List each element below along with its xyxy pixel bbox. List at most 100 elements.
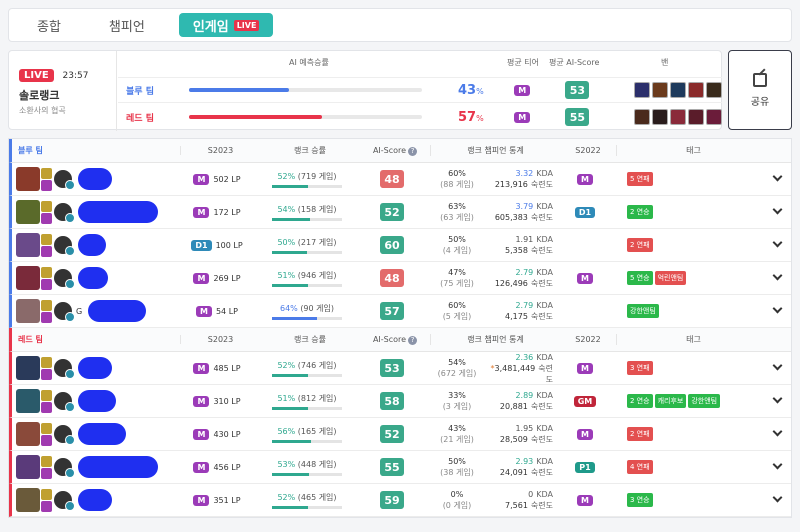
spell-icon: [41, 200, 52, 212]
player-identity[interactable]: G: [12, 299, 177, 323]
chevron-down-icon[interactable]: [772, 492, 783, 503]
player-identity[interactable]: [12, 356, 177, 380]
prev-season-tier: M: [577, 362, 593, 374]
ai-score-badge: 52: [380, 425, 404, 443]
spell-icon: [41, 422, 52, 434]
rank-winrate: 53% (448 게임): [257, 459, 357, 476]
rune-icon: [54, 269, 75, 289]
player-tags: 5 연패: [613, 172, 767, 186]
champion-stats: 60% (5 게임) 2.79 KDA 4,175 숙련도: [427, 300, 557, 322]
help-icon[interactable]: ?: [408, 335, 418, 345]
league-points: 430 LP: [213, 429, 241, 439]
tab-overview[interactable]: 종합: [23, 13, 75, 37]
spell-icon: [41, 311, 52, 323]
player-row[interactable]: M 172 LP 54% (158 게임) 52 63% (63 게임) 3.7…: [9, 196, 791, 229]
red-bans: [633, 109, 722, 125]
player-row[interactable]: M 456 LP 53% (448 게임) 55 50% (38 게임) 2.9…: [9, 451, 791, 484]
winrate-text: 56% (165 게임): [277, 426, 337, 436]
player-tag: 2 연패: [627, 427, 653, 441]
tier-badge: M: [193, 362, 210, 374]
tab-ingame-label: 인게임: [192, 19, 229, 35]
champion-stats: 0% (0 게임) 0 KDA 7,561 숙련도: [427, 489, 557, 511]
chevron-down-icon[interactable]: [772, 237, 783, 248]
champion-portrait-icon: [16, 167, 40, 191]
ai-score-header: AI-Score?: [360, 335, 430, 345]
spell-icon: [41, 233, 52, 245]
player-identity[interactable]: [12, 422, 177, 446]
chevron-down-icon[interactable]: [772, 303, 783, 314]
chevron-down-icon[interactable]: [772, 459, 783, 470]
redacted-player-name: [78, 423, 126, 445]
player-row[interactable]: M 502 LP 52% (719 게임) 48 60% (88 게임) 3.3…: [9, 163, 791, 196]
tier-badge: M: [193, 428, 210, 440]
tab-champion[interactable]: 챔피언: [95, 13, 159, 37]
share-button[interactable]: 공유: [728, 50, 792, 130]
ai-score-badge: 59: [380, 491, 404, 509]
prev-season-header: S2022: [575, 335, 601, 344]
tier-badge: M: [196, 305, 212, 317]
champion-portrait-icon: [16, 299, 40, 323]
spell-icon: [41, 278, 52, 290]
player-tags: 강한앤팀: [613, 304, 767, 318]
player-row[interactable]: G M 54 LP 64% (90 게임) 57 60% (5 게임) 2.79…: [9, 295, 791, 328]
winrate-header: 랭크 승률: [294, 146, 326, 155]
champion-winrate: 63% (63 게임): [440, 202, 474, 222]
current-season: D1 100 LP: [177, 239, 257, 251]
player-tags: 4 연패: [613, 460, 767, 474]
champion-portrait-icon: [16, 422, 40, 446]
chevron-down-icon[interactable]: [772, 204, 783, 215]
champion-kda-mastery: 1.95 KDA 28,509 숙련도: [499, 424, 553, 444]
player-identity[interactable]: [12, 455, 177, 479]
chevron-down-icon[interactable]: [772, 393, 783, 404]
player-tags: 2 연패: [613, 238, 767, 252]
player-identity[interactable]: [12, 233, 177, 257]
player-identity[interactable]: [12, 389, 177, 413]
ai-score: 48: [357, 170, 427, 188]
winrate-bar: [272, 217, 342, 221]
champion-winrate: 43% (21 게임): [440, 424, 474, 444]
chevron-down-icon[interactable]: [772, 426, 783, 437]
player-row[interactable]: M 351 LP 52% (465 게임) 59 0% (0 게임) 0 KDA …: [9, 484, 791, 517]
rank-winrate: 51% (812 게임): [257, 393, 357, 410]
blue-prediction-percent: 43%: [457, 82, 484, 98]
player-tags: 3 연패: [613, 361, 767, 375]
ban-champion-icon: [633, 109, 650, 125]
help-icon[interactable]: ?: [408, 146, 418, 156]
player-tag: 캐리후보: [654, 394, 687, 408]
champ-stats-header: 랭크 챔피언 통계: [430, 334, 560, 345]
player-row[interactable]: M 269 LP 51% (946 게임) 48 47% (75 게임) 2.7…: [9, 262, 791, 295]
tab-ingame[interactable]: 인게임 LIVE: [178, 13, 274, 37]
player-tag: 억린앤팀: [654, 271, 687, 285]
player-identity[interactable]: [12, 266, 177, 290]
player-row[interactable]: D1 100 LP 50% (217 게임) 60 50% (4 게임) 1.9…: [9, 229, 791, 262]
player-identity[interactable]: [12, 488, 177, 512]
player-identity[interactable]: [12, 167, 177, 191]
ai-score-badge: 57: [380, 302, 404, 320]
prev-season-tier: P1: [575, 461, 595, 473]
chevron-down-icon[interactable]: [772, 270, 783, 281]
winrate-bar: [272, 406, 342, 410]
ai-score-badge: 58: [380, 392, 404, 410]
redacted-player-name: [78, 201, 158, 223]
winrate-text: 51% (812 게임): [277, 393, 337, 403]
tier-badge: M: [193, 173, 210, 185]
champion-portrait-icon: [16, 389, 40, 413]
red-prediction-bar: [188, 115, 423, 119]
game-map: 소환사의 협곡: [19, 106, 66, 115]
champion-stats: 60% (88 게임) 3.32 KDA 213,916 숙련도: [427, 168, 557, 190]
player-row[interactable]: M 485 LP 52% (746 게임) 53 54% (672 게임) 2.…: [9, 352, 791, 385]
player-row[interactable]: M 430 LP 56% (165 게임) 52 43% (21 게임) 1.9…: [9, 418, 791, 451]
player-identity[interactable]: [12, 200, 177, 224]
match-summary: LIVE 23:57 솔로랭크 소환사의 협곡 AI 예측승률 평균 티어 평균…: [8, 50, 722, 131]
player-row[interactable]: M 310 LP 51% (812 게임) 58 33% (3 게임) 2.89…: [9, 385, 791, 418]
current-season: M 502 LP: [177, 173, 257, 185]
chevron-down-icon[interactable]: [772, 171, 783, 182]
current-season: M 172 LP: [177, 206, 257, 218]
ban-champion-icon: [687, 82, 704, 98]
chevron-down-icon[interactable]: [772, 360, 783, 371]
current-season: M 430 LP: [177, 428, 257, 440]
blue-bans: [633, 82, 722, 98]
player-table: 블루 팀 S2023 랭크 승률 AI-Score? 랭크 챔피언 통계 S20…: [8, 138, 792, 518]
ai-score: 52: [357, 203, 427, 221]
league-points: 485 LP: [213, 363, 241, 373]
